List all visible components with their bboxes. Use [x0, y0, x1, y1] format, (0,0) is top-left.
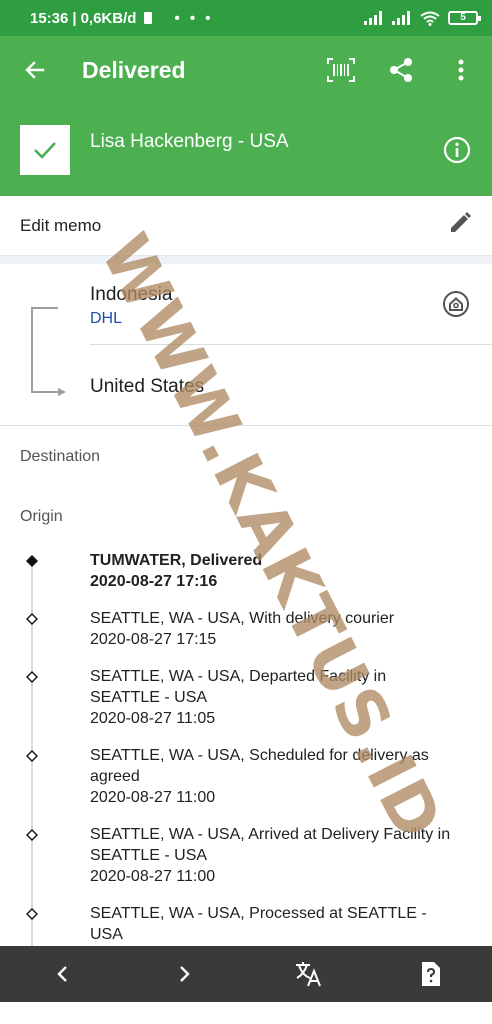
- carrier-link[interactable]: DHL: [90, 310, 172, 328]
- signal-icon: [392, 11, 410, 25]
- event-date: 2020-08-27 11:00: [90, 789, 216, 806]
- check-icon: [34, 142, 56, 159]
- bottom-strip: [0, 1002, 492, 1024]
- back-arrow-icon[interactable]: [20, 55, 50, 85]
- event-title: SEATTLE, WA - USA, Processed at SEATTLE …: [90, 905, 427, 943]
- outline-diamond-icon: [26, 671, 38, 683]
- event-title: SEATTLE, WA - USA, Scheduled for deliver…: [90, 747, 429, 785]
- status-time: 15:36: [30, 9, 69, 27]
- route-divider: [90, 344, 492, 345]
- route-bracket-icon: [31, 307, 66, 396]
- wifi-icon: [420, 11, 440, 26]
- storage-icon: [144, 12, 153, 24]
- event-date: 2020-08-27 11:00: [90, 868, 216, 885]
- edit-memo-label: Edit memo: [20, 215, 102, 235]
- status-separator: |: [72, 9, 77, 27]
- outline-diamond-icon: [26, 908, 38, 920]
- status-bar: 15:36 | 0,6KB/d • • • 5: [0, 0, 492, 36]
- app-bar: Delivered Lisa Hackenberg - USA: [0, 36, 492, 196]
- outline-diamond-icon: [26, 829, 38, 841]
- shipment-name: Lisa Hackenberg - USA: [90, 131, 289, 152]
- info-icon[interactable]: [442, 135, 472, 165]
- translate-icon[interactable]: [293, 959, 323, 989]
- outline-diamond-icon: [26, 750, 38, 762]
- edit-memo-row[interactable]: Edit memo: [0, 196, 492, 256]
- barcode-icon[interactable]: [326, 55, 356, 85]
- status-net-speed: 0,6KB/d: [80, 9, 137, 27]
- destination-country: United States: [90, 376, 205, 397]
- origin-country: Indonesia: [90, 284, 173, 305]
- event-title: TUMWATER, Delivered: [90, 552, 263, 569]
- destination-label: Destination: [20, 448, 101, 465]
- more-vert-icon[interactable]: [446, 55, 476, 85]
- origin-label: Origin: [20, 508, 63, 525]
- event-title: SEATTLE, WA - USA, With delivery courier: [90, 610, 395, 627]
- route-card: Indonesia DHL United States: [0, 264, 492, 426]
- nav-forward-chevron-icon[interactable]: [170, 959, 200, 989]
- filled-diamond-icon: [26, 555, 38, 567]
- nav-back-chevron-icon[interactable]: [47, 959, 77, 989]
- tracking-timeline: TUMWATER, Delivered 2020-08-27 17:16 SEA…: [0, 540, 492, 946]
- notification-dots-icon: • • •: [174, 9, 214, 27]
- signal-icon: [364, 11, 382, 25]
- event-title: SEATTLE, WA - USA, Departed Facility in …: [90, 668, 387, 706]
- event-date: 2020-08-27 11:05: [90, 710, 216, 727]
- section-gap: [0, 256, 492, 264]
- help-card-icon[interactable]: [416, 959, 446, 989]
- page-title: Delivered: [82, 56, 186, 83]
- share-icon[interactable]: [386, 55, 416, 85]
- outline-diamond-icon: [26, 613, 38, 625]
- event-date: 2020-08-27 17:16: [90, 573, 218, 590]
- delivered-checkbox[interactable]: [20, 125, 70, 175]
- event-title: SEATTLE, WA - USA, Arrived at Delivery F…: [90, 826, 451, 864]
- event-date: 2020-08-27 17:15: [90, 631, 217, 648]
- bottom-nav-bar: [0, 946, 492, 1002]
- edit-pencil-icon[interactable]: [448, 211, 472, 240]
- home-icon[interactable]: [442, 290, 470, 323]
- battery-icon: 5: [448, 11, 481, 25]
